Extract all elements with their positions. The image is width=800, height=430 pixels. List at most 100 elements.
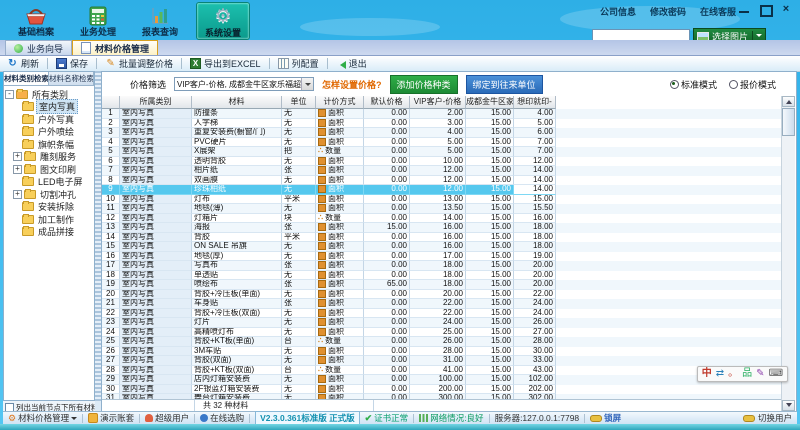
statusbar-user[interactable]: 超级用户	[145, 412, 189, 424]
table-row-4[interactable]: 4室内写真PVC硬片无面积0.005.0015.007.00	[102, 138, 782, 148]
tree-item-图文印刷[interactable]: +图文印刷	[4, 163, 94, 176]
column-header-5[interactable]: 默认价格	[364, 96, 410, 109]
table-row-14[interactable]: 14室内写真背胶平米面积0.0016.0015.0018.00	[102, 233, 782, 243]
scrollbar-thumb[interactable]	[782, 108, 795, 136]
expand-icon[interactable]: +	[13, 165, 22, 174]
table-row-26[interactable]: 26室内写真3M车贴无面积0.0028.0015.0030.00	[102, 347, 782, 357]
statusbar-module-menu[interactable]: ⚙ 材料价格管理	[8, 412, 77, 424]
excel-button[interactable]: X导出到EXCEL	[187, 57, 264, 70]
scroll-down-arrow[interactable]	[782, 400, 795, 411]
ribbon-button-base[interactable]: 基础档案	[10, 2, 62, 40]
tree-item-旗帜条幅[interactable]: 旗帜条幅	[4, 138, 94, 151]
save-button[interactable]: 保存	[53, 57, 91, 70]
tree-item-安装拆除[interactable]: 安装拆除	[4, 201, 94, 214]
table-row-22[interactable]: 22室内写真背胶+冷压板(双面)无面积0.0022.0015.0024.00	[102, 309, 782, 319]
price-type-dropdown[interactable]: VIP客户-价格, 成都金牛区家乐福超	[174, 77, 314, 91]
table-row-23[interactable]: 23室内写真灯片无面积0.0024.0015.0026.00	[102, 318, 782, 328]
tree-item-户外写真[interactable]: 户外写真	[4, 113, 94, 126]
table-row-13[interactable]: 13室内写真海报张面积15.0016.0015.0018.00	[102, 223, 782, 233]
table-row-9[interactable]: 9室内写真珍珠相纸无面积0.0012.0015.0014.00	[102, 185, 782, 195]
table-row-11[interactable]: 11室内写真地毯(薄)无面积0.0013.5015.0015.50	[102, 204, 782, 214]
table-row-3[interactable]: 3室内写真重复安装费(橱窗/门)无面积0.004.0015.006.00	[102, 128, 782, 138]
table-row-12[interactable]: 12室内写真灯箱片块∴数量0.0014.0015.0016.00	[102, 214, 782, 224]
cell: 室内写真	[120, 252, 192, 262]
table-row-20[interactable]: 20室内写真背胶+冷压板(单面)无面积0.0020.0015.0022.00	[102, 290, 782, 300]
table-row-27[interactable]: 27室内写真背胶(双面)无面积0.0031.0015.0033.00	[102, 356, 782, 366]
scroll-up-arrow[interactable]	[782, 96, 795, 107]
column-header-2[interactable]: 材料	[192, 96, 282, 109]
table-row-16[interactable]: 16室内写真地毯(厚)无面积0.0017.0015.0019.00	[102, 252, 782, 262]
tree-item-室内写真[interactable]: 室内写真	[4, 101, 94, 114]
add-price-type-button[interactable]: 添加价格种类	[390, 75, 458, 94]
company-info-link[interactable]: 公司信息	[600, 5, 636, 18]
ribbon-button-biz[interactable]: 业务处理	[72, 2, 124, 40]
table-row-1[interactable]: 1室内写真防撞条无面积0.002.0015.004.00	[102, 109, 782, 119]
column-header-0[interactable]	[102, 96, 120, 109]
table-row-7[interactable]: 7室内写真相片纸张面积0.0012.0015.0014.00	[102, 166, 782, 176]
table-row-18[interactable]: 18室内写真单透贴无面积0.0018.0015.0020.00	[102, 271, 782, 281]
online-support-link[interactable]: 在线客服	[700, 5, 736, 18]
exit-button[interactable]: 退出	[333, 57, 370, 70]
change-password-link[interactable]: 修改密码	[650, 5, 686, 18]
ribbon-button-report[interactable]: 报表查询	[134, 2, 186, 40]
column-header-8[interactable]: 想印就印-	[514, 96, 556, 109]
tree-item-成品拼接[interactable]: 成品拼接	[4, 226, 94, 239]
column-header-4[interactable]: 计价方式	[316, 96, 364, 109]
expand-icon[interactable]: +	[13, 152, 22, 161]
vertical-scrollbar[interactable]	[781, 96, 795, 411]
tab-business-wizard[interactable]: 业务向导	[5, 40, 72, 55]
table-row-21[interactable]: 21室内写真车身贴张面积0.0022.0015.0024.00	[102, 299, 782, 309]
column-header-7[interactable]: 成都金牛区家	[466, 96, 514, 109]
batch-button[interactable]: ✎批量调整价格	[102, 57, 176, 70]
tree-item-LED电子屏[interactable]: LED电子屏	[4, 176, 94, 189]
ime-icon-1[interactable]: ⇄	[716, 368, 724, 380]
close-button[interactable]: ×	[780, 5, 792, 15]
table-row-5[interactable]: 5室内写真X展架把∴数量0.005.0015.007.00	[102, 147, 782, 157]
statusbar-account[interactable]: 演示账套	[88, 412, 134, 424]
ime-icon-0[interactable]: 中	[702, 368, 712, 380]
table-row-17[interactable]: 17室内写真写真布张面积0.0018.0015.0020.00	[102, 261, 782, 271]
standard-mode-radio[interactable]: 标准模式	[670, 78, 717, 91]
table-row-24[interactable]: 24室内写真高精喷灯布无面积0.0025.0015.0027.00	[102, 328, 782, 338]
tab-name-search[interactable]: 材料名称检索	[49, 72, 94, 85]
table-row-25[interactable]: 25室内写真背胶+KT板(单面)台∴数量0.0026.0015.0028.00	[102, 337, 782, 347]
column-header-6[interactable]: VIP客户-价格	[410, 96, 466, 109]
column-header-1[interactable]: 所属类别	[120, 96, 192, 109]
collapse-icon[interactable]: -	[5, 90, 14, 99]
tab-material-price[interactable]: 材料价格管理	[72, 40, 158, 55]
columns-button[interactable]: 列配置	[275, 57, 322, 70]
table-row-15[interactable]: 15室内写真ON SALE 吊旗无面积0.0016.0015.0018.00	[102, 242, 782, 252]
table-row-2[interactable]: 2室内写真人字梯无面积0.003.0015.005.00	[102, 119, 782, 129]
table-row-28[interactable]: 28室内写真背胶+KT板(双面)台∴数量0.0041.0015.0043.00	[102, 366, 782, 376]
ime-icon-2[interactable]: 。	[728, 368, 738, 380]
table-row-10[interactable]: 10室内写真灯布平米面积0.0013.0015.0015.00	[102, 195, 782, 205]
table-row-19[interactable]: 19室内写真喷绘布张面积65.0018.0015.0020.00	[102, 280, 782, 290]
network-status[interactable]: 网络情况:良好	[419, 412, 483, 424]
bind-customer-button[interactable]: 绑定到往来单位	[466, 75, 543, 94]
ime-icon-5[interactable]: ⌨	[769, 368, 783, 380]
price-help-link[interactable]: 怎样设置价格?	[322, 78, 382, 91]
quote-mode-radio[interactable]: 报价模式	[729, 78, 776, 91]
tree-item-雕刻服务[interactable]: +雕刻服务	[4, 151, 94, 164]
refresh-button[interactable]: ↻刷新	[4, 57, 42, 70]
column-header-3[interactable]: 单位	[282, 96, 316, 109]
chevron-down-icon[interactable]	[301, 78, 313, 90]
table-row-6[interactable]: 6室内写真透明背胶无面积0.0010.0015.0012.00	[102, 157, 782, 167]
statusbar-online-shop[interactable]: 在线选购	[200, 412, 244, 424]
table-row-29[interactable]: 29室内写真店内灯箱安装费无面积0.00100.0015.00102.00	[102, 375, 782, 385]
ribbon-button-sys[interactable]: ⚙系统设置	[196, 2, 250, 40]
maximize-button[interactable]	[759, 5, 771, 15]
expand-icon[interactable]: +	[13, 190, 22, 199]
table-row-30[interactable]: 30室内写真2F银蓝灯箱安装费无面积0.00200.0015.00202.00	[102, 385, 782, 395]
table-row-8[interactable]: 8室内写真双画膜无面积0.0012.0015.0014.00	[102, 176, 782, 186]
certificate-status[interactable]: ✔ 证书正常	[365, 412, 409, 424]
switch-user-button[interactable]: 切换用户	[743, 412, 792, 424]
ime-icon-3[interactable]: 品	[742, 368, 752, 380]
tree-item-户外喷绘[interactable]: 户外喷绘	[4, 126, 94, 139]
tree-item-加工制作[interactable]: 加工制作	[4, 213, 94, 226]
minimize-button[interactable]	[738, 5, 750, 15]
lock-screen-button[interactable]: 锁屏	[590, 412, 621, 424]
tree-item-切割冲孔[interactable]: +切割冲孔	[4, 188, 94, 201]
ime-icon-4[interactable]: ✎	[756, 368, 764, 380]
tab-category-search[interactable]: 材料类别检索	[4, 72, 49, 85]
